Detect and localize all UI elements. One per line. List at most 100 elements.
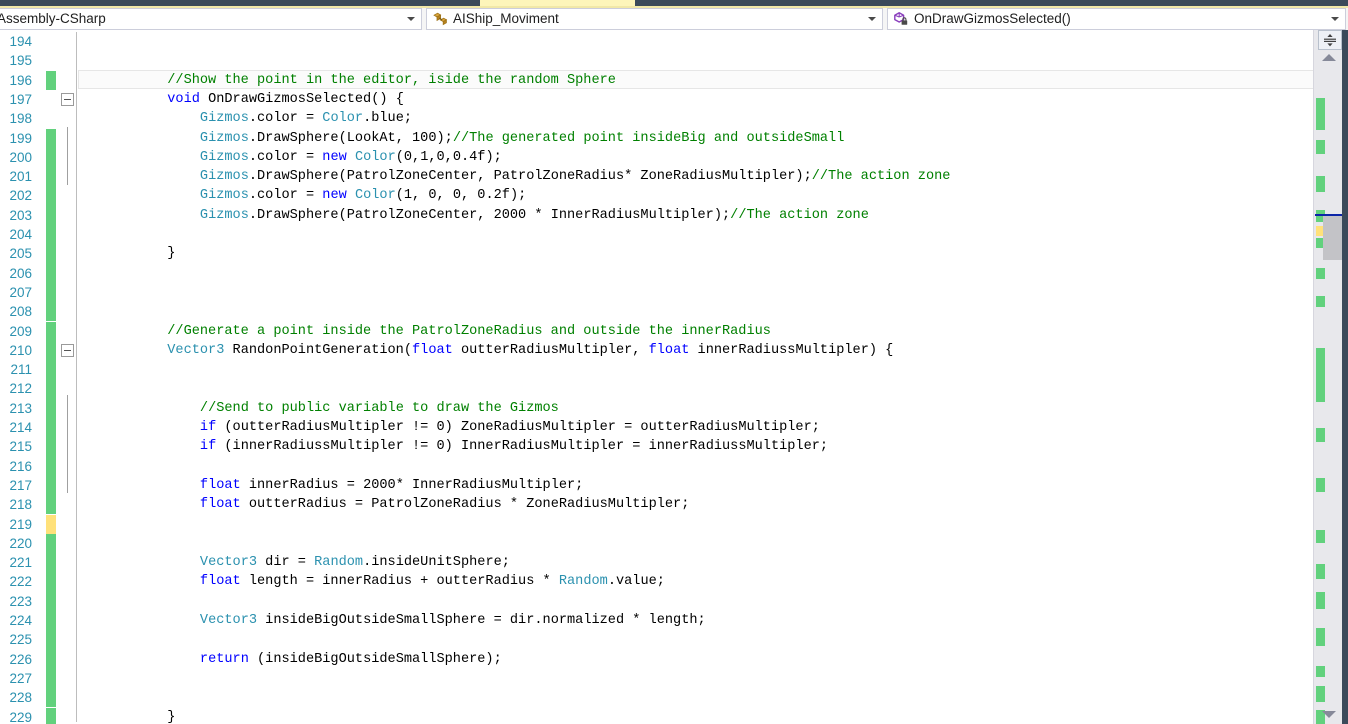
- line-number: 196: [9, 72, 32, 88]
- line-number: 220: [9, 535, 32, 551]
- code-line[interactable]: Gizmos.DrawSphere(LookAt, 100);//The gen…: [102, 129, 844, 148]
- line-number: 224: [9, 613, 32, 628]
- line-number: 207: [9, 284, 32, 300]
- code-line[interactable]: Gizmos.DrawSphere(PatrolZoneCenter, Patr…: [102, 167, 951, 186]
- line-number: 213: [9, 400, 32, 416]
- line-number: 214: [9, 420, 32, 435]
- collapse-region-button[interactable]: [61, 343, 74, 357]
- code-line[interactable]: if (innerRadiussMultipler != 0) InnerRad…: [102, 437, 828, 456]
- line-number: 228: [9, 690, 32, 706]
- map-saved-change-mark: [1316, 348, 1325, 402]
- code-line[interactable]: Vector3 dir = Random.insideUnitSphere;: [102, 553, 510, 572]
- map-saved-change-mark: [1316, 666, 1325, 677]
- split-view-icon[interactable]: [1318, 30, 1342, 50]
- collapse-region-button[interactable]: [61, 92, 74, 106]
- type-dropdown-label: AIShip_Moviment: [453, 11, 559, 26]
- vertical-scrollbar[interactable]: [1313, 30, 1348, 724]
- line-number: 217: [9, 477, 32, 493]
- saved-change-bar: [46, 649, 56, 669]
- code-line[interactable]: return (insideBigOutsideSmallSphere);: [102, 650, 502, 669]
- saved-change-bar: [46, 340, 56, 361]
- saved-change-bar: [46, 225, 56, 245]
- saved-change-bar: [46, 244, 56, 264]
- saved-change-bar: [46, 302, 56, 322]
- saved-change-bar: [46, 688, 56, 708]
- code-line[interactable]: //Show the point in the editor, iside th…: [102, 71, 616, 90]
- line-number-gutter: 194 195 196 197 198 199 200 201 202 203 204 205 206 2…: [0, 30, 40, 724]
- code-line[interactable]: Vector3 RandonPointGeneration(float outt…: [102, 341, 893, 360]
- scrollbar-thumb[interactable]: [1323, 216, 1342, 260]
- window-right-edge: [1342, 30, 1348, 724]
- code-line[interactable]: float innerRadius = 2000* InnerRadiusMul…: [102, 476, 583, 495]
- scroll-up-arrow-icon[interactable]: [1322, 54, 1336, 61]
- code-editor[interactable]: 194 195 196 197 198 199 200 201 202 203 204 205 206 2…: [0, 30, 1348, 724]
- saved-change-bar: [46, 495, 56, 515]
- code-line[interactable]: Vector3 insideBigOutsideSmallSphere = di…: [102, 611, 706, 630]
- line-number: 218: [9, 497, 32, 513]
- method-private-icon: [893, 11, 910, 27]
- saved-change-bar: [46, 572, 56, 592]
- code-line[interactable]: //Generate a point inside the PatrolZone…: [102, 322, 771, 341]
- line-number: 209: [9, 323, 32, 339]
- chevron-down-icon[interactable]: [403, 9, 421, 29]
- map-saved-change-mark: [1316, 176, 1325, 192]
- saved-change-bar: [46, 418, 56, 438]
- type-dropdown[interactable]: AIShip_Moviment: [426, 8, 883, 30]
- caret-position-marker: [1315, 214, 1342, 216]
- code-line[interactable]: }: [102, 708, 175, 724]
- saved-change-bar: [46, 475, 56, 496]
- map-saved-change-mark: [1316, 686, 1325, 702]
- line-number: 210: [9, 342, 32, 358]
- saved-change-bar: [46, 456, 56, 476]
- line-number: 201: [9, 169, 32, 185]
- code-text-area[interactable]: //Show the point in the editor, iside th…: [78, 30, 1313, 724]
- saved-change-bar: [46, 263, 56, 283]
- saved-change-bar: [46, 360, 56, 380]
- code-line[interactable]: void OnDrawGizmosSelected() {: [102, 90, 404, 109]
- map-saved-change-mark: [1316, 98, 1325, 130]
- project-dropdown-label: Assembly-CSharp: [0, 11, 106, 26]
- line-number: 206: [9, 265, 32, 281]
- saved-change-bar: [46, 70, 56, 90]
- line-number: 194: [9, 34, 32, 49]
- code-line[interactable]: float length = innerRadius + outterRadiu…: [102, 572, 665, 591]
- saved-change-bar: [46, 321, 56, 341]
- code-line[interactable]: Gizmos.DrawSphere(PatrolZoneCenter, 2000…: [102, 206, 869, 225]
- line-number: 197: [9, 91, 32, 107]
- map-saved-change-mark: [1316, 296, 1325, 307]
- saved-change-bar: [46, 533, 56, 554]
- code-line[interactable]: //Send to public variable to draw the Gi…: [102, 399, 559, 418]
- line-number: 199: [9, 130, 32, 146]
- chevron-down-icon[interactable]: [1327, 9, 1345, 29]
- map-saved-change-mark: [1316, 140, 1325, 154]
- chevron-down-icon[interactable]: [864, 9, 882, 29]
- saved-change-bar: [46, 205, 56, 225]
- map-saved-change-mark: [1316, 628, 1325, 646]
- line-number: 221: [9, 555, 32, 571]
- code-line[interactable]: Gizmos.color = Color.blue;: [102, 109, 412, 128]
- member-dropdown-label: OnDrawGizmosSelected(): [914, 11, 1071, 26]
- map-saved-change-mark: [1316, 428, 1325, 442]
- code-folding-margin[interactable]: [56, 30, 78, 724]
- project-dropdown[interactable]: Assembly-CSharp: [0, 8, 422, 30]
- saved-change-bar: [46, 379, 56, 399]
- code-line[interactable]: float outterRadius = PatrolZoneRadius * …: [102, 495, 689, 514]
- line-number: 203: [9, 207, 32, 223]
- code-line[interactable]: Gizmos.color = new Color(0,1,0,0.4f);: [102, 148, 502, 167]
- saved-change-bar: [46, 167, 56, 187]
- line-number: 216: [9, 458, 32, 474]
- line-number: 223: [9, 593, 32, 609]
- saved-change-bar: [46, 707, 56, 724]
- saved-change-bar: [46, 630, 56, 650]
- saved-change-bar: [46, 553, 56, 573]
- scroll-down-arrow-icon[interactable]: [1322, 711, 1336, 718]
- code-line[interactable]: Gizmos.color = new Color(1, 0, 0, 0.2f);: [102, 186, 526, 205]
- line-number: 208: [9, 304, 32, 320]
- code-line[interactable]: }: [102, 244, 175, 263]
- saved-change-bar: [46, 668, 56, 689]
- saved-change-bar: [46, 437, 56, 457]
- class-icon: [432, 11, 449, 27]
- member-dropdown[interactable]: OnDrawGizmosSelected(): [887, 8, 1346, 30]
- code-line[interactable]: if (outterRadiusMultipler != 0) ZoneRadi…: [102, 418, 820, 437]
- line-number: 227: [9, 670, 32, 686]
